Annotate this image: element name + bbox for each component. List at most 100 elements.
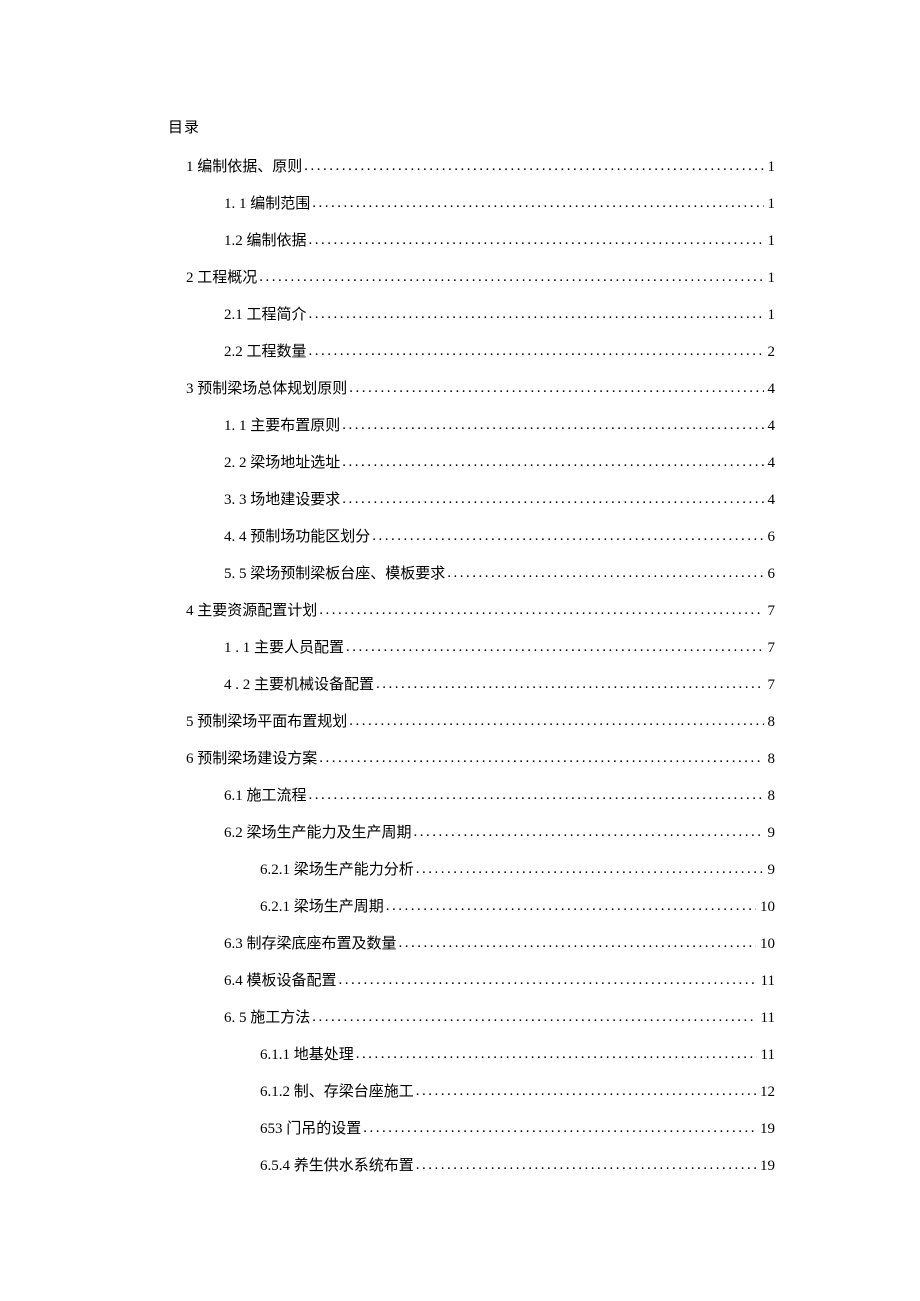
toc-entry-text: 6 预制梁场建设方案 (186, 749, 317, 769)
toc-row: 1. 1 主要布置原则 4 (168, 415, 775, 452)
toc-entry-text: 6.1.2 制、存梁台座施工 (260, 1082, 414, 1102)
toc-title: 目录 (168, 118, 775, 138)
toc-row: 3 预制梁场总体规划原则 4 (168, 378, 775, 415)
toc-row: 6.1.2 制、存梁台座施工 12 (168, 1081, 775, 1118)
toc-page-number: 11 (759, 1045, 775, 1065)
toc-row: 4 主要资源配置计划 7 (168, 600, 775, 637)
toc-page-number: 19 (758, 1156, 775, 1176)
toc-page-number: 1 (766, 268, 776, 288)
toc-page-number: 11 (759, 971, 775, 991)
toc-entry-text: 1. 1 主要布置原则 (224, 416, 340, 436)
toc-row: 1.2 编制依据1 (168, 230, 775, 267)
toc-page-number: 4 (766, 416, 776, 436)
dot-leader (376, 674, 763, 689)
toc-entry-text: 6.5.4 养生供水系统布置 (260, 1156, 414, 1176)
dot-leader (342, 489, 763, 504)
dot-leader (309, 341, 764, 356)
toc-entry-text: 2.2 工程数量 (224, 342, 307, 362)
toc-entry-text: 2. 2 梁场地址选址 (224, 453, 340, 473)
toc-page-number: 8 (766, 786, 776, 806)
toc-row: 2. 2 梁场地址选址4 (168, 452, 775, 489)
dot-leader (416, 1081, 756, 1096)
dot-leader (339, 970, 757, 985)
toc-row: 1 编制依据、原则1 (168, 156, 775, 193)
toc-entry-text: 6. 5 施工方法 (224, 1008, 310, 1028)
dot-leader (349, 378, 763, 393)
toc-entry-text: 6.1.1 地基处理 (260, 1045, 354, 1065)
toc-entry-text: 6.2.1 梁场生产能力分析 (260, 860, 414, 880)
toc-page-number: 12 (758, 1082, 775, 1102)
dot-leader (399, 933, 756, 948)
dot-leader (304, 156, 763, 171)
toc-page-number: 4 (766, 490, 776, 510)
toc-page-number: 19 (758, 1119, 775, 1139)
toc-entry-text: 6.1 施工流程 (224, 786, 307, 806)
toc-entry-text: 653 门吊的设置 (260, 1119, 361, 1139)
toc-row: 2.2 工程数量2 (168, 341, 775, 378)
toc-page-number: 4 (766, 379, 776, 399)
toc-page-number: 1 (766, 194, 776, 214)
toc-row: 6.4 模板设备配置 11 (168, 970, 775, 1007)
toc-page-number: 11 (759, 1008, 775, 1028)
toc-page-number: 8 (766, 712, 776, 732)
toc-page-number: 6 (766, 564, 776, 584)
toc-row: 6.2 梁场生产能力及生产周期 9 (168, 822, 775, 859)
toc-row: 3. 3 场地建设要求 4 (168, 489, 775, 526)
toc-page-number: 7 (766, 675, 776, 695)
toc-entry-text: 4 主要资源配置计划 (186, 601, 317, 621)
toc-page-number: 10 (758, 934, 775, 954)
dot-leader (414, 822, 764, 837)
toc-row: 6.3 制存梁底座布置及数量 10 (168, 933, 775, 970)
toc-entry-text: 6.4 模板设备配置 (224, 971, 337, 991)
dot-leader (309, 785, 764, 800)
dot-leader (346, 637, 763, 652)
dot-leader (372, 526, 763, 541)
dot-leader (319, 600, 763, 615)
toc-row: 1 . 1 主要人员配置7 (168, 637, 775, 674)
dot-leader (342, 415, 763, 430)
toc-row: 1. 1 编制范围 1 (168, 193, 775, 230)
toc-entry-text: 3. 3 场地建设要求 (224, 490, 340, 510)
dot-leader (416, 1155, 756, 1170)
toc-row: 6.2.1 梁场生产能力分析 9 (168, 859, 775, 896)
toc-page-number: 7 (766, 638, 776, 658)
dot-leader (363, 1118, 756, 1133)
toc-row: 5. 5 梁场预制梁板台座、模板要求 6 (168, 563, 775, 600)
toc-entry-text: 5 预制梁场平面布置规划 (186, 712, 347, 732)
toc-row: 6.1.1 地基处理 11 (168, 1044, 775, 1081)
dot-leader (349, 711, 763, 726)
toc-page-number: 9 (766, 823, 776, 843)
toc-entry-text: 1. 1 编制范围 (224, 194, 310, 214)
toc-entry-text: 2 工程概况 (186, 268, 257, 288)
toc-page-number: 7 (766, 601, 776, 621)
toc-page-number: 6 (766, 527, 776, 547)
dot-leader (356, 1044, 757, 1059)
dot-leader (416, 859, 764, 874)
dot-leader (447, 563, 763, 578)
toc-entry-text: 5. 5 梁场预制梁板台座、模板要求 (224, 564, 445, 584)
toc-row: 4. 4 预制场功能区划分6 (168, 526, 775, 563)
dot-leader (309, 304, 764, 319)
dot-leader (312, 1007, 756, 1022)
toc-page-number: 9 (766, 860, 776, 880)
toc-page-number: 10 (758, 897, 775, 917)
toc-page-number: 1 (766, 305, 776, 325)
toc-entry-text: 6.2 梁场生产能力及生产周期 (224, 823, 412, 843)
toc-entry-text: 6.2.1 梁场生产周期 (260, 897, 384, 917)
toc-list: 1 编制依据、原则11. 1 编制范围11.2 编制依据12 工程概况12.1 … (168, 156, 775, 1192)
toc-row: 2.1 工程简介 1 (168, 304, 775, 341)
toc-row: 5 预制梁场平面布置规划 8 (168, 711, 775, 748)
toc-row: 653 门吊的设置 19 (168, 1118, 775, 1155)
toc-row: 6.5.4 养生供水系统布置 19 (168, 1155, 775, 1192)
dot-leader (309, 230, 764, 245)
dot-leader (386, 896, 756, 911)
toc-row: 2 工程概况 1 (168, 267, 775, 304)
dot-leader (342, 452, 763, 467)
toc-entry-text: 2.1 工程简介 (224, 305, 307, 325)
toc-row: 6.1 施工流程 8 (168, 785, 775, 822)
dot-leader (259, 267, 763, 282)
toc-entry-text: 3 预制梁场总体规划原则 (186, 379, 347, 399)
toc-entry-text: 4 . 2 主要机械设备配置 (224, 675, 374, 695)
toc-entry-text: 1.2 编制依据 (224, 231, 307, 251)
toc-entry-text: 6.3 制存梁底座布置及数量 (224, 934, 397, 954)
